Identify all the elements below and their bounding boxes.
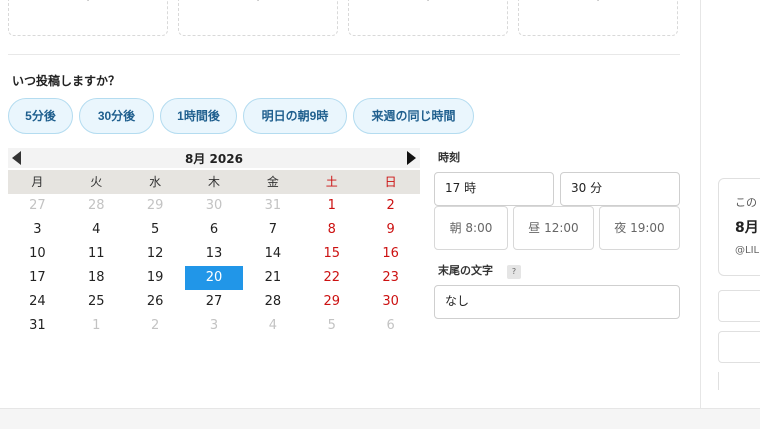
calendar-day[interactable]: 19 [126, 266, 185, 290]
footer-bar [0, 408, 760, 429]
hour-select[interactable]: 17 時 [434, 172, 554, 206]
calendar-day[interactable]: 5 [302, 314, 361, 338]
right-panel-box-1[interactable] [718, 290, 760, 322]
calendar-week-row: 10 11 12 13 14 15 16 [8, 242, 420, 266]
calendar-day[interactable]: 15 [302, 242, 361, 266]
schedule-question: いつ投稿しますか？ [12, 74, 121, 88]
calendar-day[interactable]: 6 [185, 218, 244, 242]
weekday-tue: 火 [90, 175, 103, 189]
preview-text: この [735, 196, 757, 209]
quick-tomorrow-9am-button[interactable]: 明日の朝9時 [243, 98, 347, 134]
section-divider [8, 54, 680, 55]
calendar-day[interactable]: 14 [243, 242, 302, 266]
calendar-day[interactable]: 26 [126, 290, 185, 314]
calendar-day[interactable]: 7 [243, 218, 302, 242]
calendar-day[interactable]: 3 [8, 218, 67, 242]
calendar-day[interactable]: 18 [67, 266, 126, 290]
calendar-day[interactable]: 9 [361, 218, 420, 242]
weekday-header: 月 火 水 木 金 土 日 [8, 170, 420, 194]
calendar-header: 8月 2026 [8, 148, 420, 168]
image-slot-2[interactable]: + [178, 0, 338, 36]
suffix-select[interactable]: なし [434, 285, 680, 319]
calendar-day[interactable]: 2 [126, 314, 185, 338]
calendar-day[interactable]: 5 [126, 218, 185, 242]
weekday-mon: 月 [31, 175, 44, 189]
calendar-day[interactable]: 30 [361, 290, 420, 314]
next-month-icon[interactable] [407, 151, 416, 165]
calendar-day[interactable]: 27 [8, 194, 67, 218]
calendar-day[interactable]: 31 [243, 194, 302, 218]
calendar-day[interactable]: 13 [185, 242, 244, 266]
right-panel-edge [718, 372, 719, 390]
image-slot-1[interactable]: + [8, 0, 168, 36]
calendar-day[interactable]: 17 [8, 266, 67, 290]
time-label: 時刻 [438, 151, 460, 164]
calendar-week-row: 17 18 19 20 21 22 23 [8, 266, 420, 290]
calendar-day[interactable]: 24 [8, 290, 67, 314]
calendar-week-row: 24 25 26 27 28 29 30 [8, 290, 420, 314]
quick-next-week-button[interactable]: 来週の同じ時間 [353, 98, 474, 134]
calendar-day[interactable]: 29 [302, 290, 361, 314]
calendar-day[interactable]: 1 [67, 314, 126, 338]
calendar-day[interactable]: 28 [67, 194, 126, 218]
weekday-wed: 水 [149, 175, 162, 189]
calendar-day[interactable]: 6 [361, 314, 420, 338]
image-slot-4[interactable]: + [518, 0, 678, 36]
right-panel-box-2[interactable] [718, 331, 760, 363]
suffix-label: 末尾の文字 [438, 264, 493, 277]
calendar-day[interactable]: 4 [67, 218, 126, 242]
calendar-day[interactable]: 30 [185, 194, 244, 218]
weekday-sat: 土 [325, 175, 338, 189]
calendar-grid: 27 28 29 30 31 1 2 3 4 5 6 7 8 9 10 11 12 13 14 15 16 17 18 19 2… [8, 194, 420, 338]
quick-5min-button[interactable]: 5分後 [8, 98, 73, 134]
preview-card: この 8月 @LIL [718, 178, 760, 276]
plus-icon: + [82, 0, 95, 5]
calendar-day[interactable]: 31 [8, 314, 67, 338]
calendar-week-row: 27 28 29 30 31 1 2 [8, 194, 420, 218]
minute-select[interactable]: 30 分 [560, 172, 680, 206]
plus-icon: + [592, 0, 605, 5]
calendar-day-selected[interactable]: 20 [184, 266, 244, 290]
weekday-thu: 木 [208, 175, 221, 189]
calendar-week-row: 3456789 [8, 218, 420, 242]
calendar-day[interactable]: 16 [361, 242, 420, 266]
plus-icon: + [422, 0, 435, 5]
calendar-day[interactable]: 27 [185, 290, 244, 314]
preset-noon-button[interactable]: 昼 12:00 [513, 206, 594, 250]
calendar-day[interactable]: 11 [67, 242, 126, 266]
calendar-day[interactable]: 22 [302, 266, 361, 290]
calendar-day[interactable]: 28 [243, 290, 302, 314]
preset-night-button[interactable]: 夜 19:00 [599, 206, 680, 250]
calendar-day[interactable]: 2 [361, 194, 420, 218]
calendar-day[interactable]: 10 [8, 242, 67, 266]
calendar-day[interactable]: 3 [185, 314, 244, 338]
preview-date: 8月 [735, 220, 759, 236]
quick-1hour-button[interactable]: 1時間後 [160, 98, 237, 134]
calendar-week-row: 31 1 2 3 4 5 6 [8, 314, 420, 338]
calendar-month-title: 8月 2026 [185, 152, 243, 166]
help-icon[interactable]: ? [507, 265, 521, 279]
calendar-day[interactable]: 1 [302, 194, 361, 218]
calendar-day[interactable]: 8 [302, 218, 361, 242]
plus-icon: + [252, 0, 265, 5]
preset-morning-button[interactable]: 朝 8:00 [434, 206, 508, 250]
quick-30min-button[interactable]: 30分後 [79, 98, 154, 134]
calendar-day[interactable]: 4 [243, 314, 302, 338]
calendar-day[interactable]: 29 [126, 194, 185, 218]
calendar-day[interactable]: 12 [126, 242, 185, 266]
weekday-fri: 金 [266, 175, 279, 189]
calendar-day[interactable]: 23 [361, 266, 420, 290]
image-slot-3[interactable]: + [348, 0, 508, 36]
calendar-day[interactable]: 21 [243, 266, 302, 290]
calendar-day[interactable]: 25 [67, 290, 126, 314]
preview-account: @LIL [735, 245, 760, 256]
panel-divider [700, 0, 701, 408]
weekday-sun: 日 [384, 175, 397, 189]
